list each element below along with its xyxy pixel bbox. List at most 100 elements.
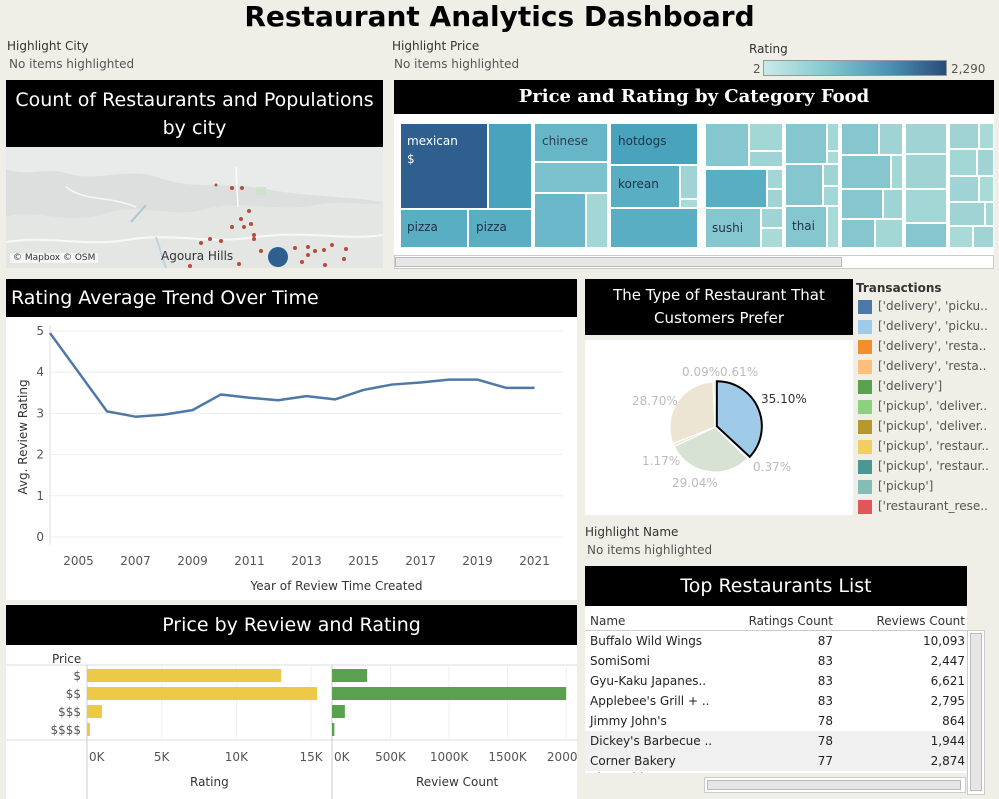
- y-tick-label: 1: [36, 489, 44, 503]
- table-row[interactable]: Corner Bakery 77 2,874: [585, 751, 967, 771]
- table-row[interactable]: Buffalo Wild Wings 87 10,093: [585, 631, 967, 651]
- x-tick-label: 2005: [63, 554, 94, 568]
- top-list-vscroll[interactable]: [967, 630, 985, 795]
- col-header-name[interactable]: Name: [590, 614, 625, 628]
- cell-name: SomiSomi: [590, 654, 650, 668]
- legend-swatch: [858, 340, 872, 354]
- table-row[interactable]: Dickey's Barbecue .. 78 1,944: [585, 731, 967, 751]
- treemap-title: Price and Rating by Category Food: [394, 80, 994, 114]
- highlight-price-label: Highlight Price: [392, 39, 480, 53]
- table-row[interactable]: SomiSomi 83 2,447: [585, 651, 967, 671]
- cell-name: Buffalo Wild Wings: [590, 634, 703, 648]
- price-chart[interactable]: $ $$ $$$ $$$$ 0K 5K 10K 15K 0K 500K 1000K 1500K 2000…: [6, 645, 586, 799]
- table-row[interactable]: Jimmy John's 78 864: [585, 711, 967, 731]
- legend-swatch: [858, 420, 872, 434]
- highlight-city-label: Highlight City: [7, 39, 89, 53]
- treemap-label-hotdogs: hotdogs: [618, 134, 667, 148]
- treemap-title-text: Price and Rating by Category Food: [518, 86, 870, 107]
- x-tick-label: 2017: [405, 554, 436, 568]
- treemap[interactable]: mexican $ chinese hotdogs korean pizza p…: [394, 114, 995, 255]
- cell-reviews: 1,944: [930, 734, 965, 748]
- transactions-legend: ['delivery', 'picku.. ['delivery', 'picku…: [858, 299, 996, 519]
- cell-name: Gyu-Kaku Japanes..: [590, 674, 707, 688]
- x-tick-label: 0K: [89, 750, 106, 764]
- table-row[interactable]: Applebee's Grill + .. 83 2,795: [585, 691, 967, 711]
- rating-legend-gradient: [763, 60, 947, 76]
- x-tick-label: 10K: [225, 750, 249, 764]
- pie-chart[interactable]: 0.09% 0.61% 35.10% 28.70% 1.17% 0.37% 29…: [585, 340, 853, 515]
- cell-reviews: 864: [942, 714, 965, 728]
- pie-label-29.04: 29.04%: [672, 476, 718, 490]
- x-tick-label: 2011: [234, 554, 265, 568]
- pie-title-text: The Type of Restaurant That Customers Pr…: [613, 286, 825, 327]
- treemap-label-mexican: mexican: [407, 134, 458, 148]
- top-list-hscroll-thumb[interactable]: [707, 780, 961, 790]
- y-tick-label: 3: [36, 406, 44, 420]
- pie-label-0.61: 0.61%: [720, 365, 759, 379]
- top-list-title: Top Restaurants List: [585, 566, 967, 606]
- bar-review-count: [332, 705, 345, 718]
- review-axis-title: Review Count: [416, 775, 499, 789]
- treemap-label-sushi: sushi: [712, 221, 744, 235]
- legend-swatch: [858, 360, 872, 374]
- x-tick-label: 2013: [291, 554, 322, 568]
- treemap-label-korean: korean: [618, 177, 659, 191]
- treemap-label-pizza-2: pizza: [476, 220, 507, 234]
- cell-reviews: 2,874: [930, 754, 965, 768]
- price-chart-title: Price by Review and Rating: [6, 605, 577, 645]
- cell-ratings: 87: [817, 634, 833, 648]
- legend-label: ['delivery', 'resta..: [878, 359, 987, 373]
- y-tick-label: 4: [36, 365, 44, 379]
- top-list-vscroll-thumb[interactable]: [970, 633, 982, 791]
- legend-label: ['pickup', 'restaur..: [878, 459, 989, 473]
- treemap-label-pizza-1: pizza: [407, 220, 438, 234]
- legend-swatch: [858, 380, 872, 394]
- legend-label: ['delivery']: [878, 379, 943, 393]
- bar-review-count: [332, 687, 567, 700]
- col-header-reviews[interactable]: Reviews Count: [876, 614, 965, 628]
- trend-chart[interactable]: 5 4 3 2 1 0 2005 2007 2009 2011 2013 2015 2017 2019 20…: [6, 317, 577, 600]
- top-list-hscroll[interactable]: [704, 777, 966, 793]
- cell-name: Applebee's Grill + ..: [590, 694, 710, 708]
- y-tick-label: 0: [36, 530, 44, 544]
- price-category-label: $: [73, 669, 81, 683]
- cell-ratings: 83: [817, 654, 833, 668]
- cell-ratings: 78: [817, 734, 833, 748]
- cell-name: Jimmy John's: [590, 714, 667, 728]
- highlight-price-value[interactable]: No items highlighted: [394, 57, 519, 71]
- legend-swatch: [858, 480, 872, 494]
- legend-label: ['pickup', 'deliver..: [878, 419, 988, 433]
- cell-reviews: 2,447: [930, 654, 965, 668]
- cell-name: Corner Bakery: [590, 754, 676, 768]
- cell-reviews: 10,093: [923, 634, 965, 648]
- trend-line: [48, 332, 535, 418]
- x-tick-label: 0K: [334, 750, 351, 764]
- treemap-label-thai: thai: [792, 219, 815, 233]
- city-map[interactable]: Agoura Hills © Mapbox © OSM: [6, 147, 383, 268]
- pie-label-28.70: 28.70%: [632, 394, 678, 408]
- highlight-city-value[interactable]: No items highlighted: [9, 57, 134, 71]
- map-title-text: Count of Restaurants and Populations by …: [15, 89, 374, 139]
- treemap-scroll-thumb[interactable]: [395, 257, 842, 267]
- cell-reviews: 6,621: [930, 674, 965, 688]
- bar-rating: [87, 669, 282, 682]
- x-tick-label: 1000K: [430, 750, 470, 764]
- x-tick-label: 2015: [348, 554, 379, 568]
- rating-legend-min: 2: [753, 62, 761, 76]
- map-title: Count of Restaurants and Populations by …: [6, 80, 383, 147]
- highlight-name-value[interactable]: No items highlighted: [587, 543, 712, 557]
- legend-swatch: [858, 500, 872, 514]
- rating-axis-title: Rating: [190, 775, 229, 789]
- cell-ratings: 78: [817, 714, 833, 728]
- legend-label: ['restaurant_rese..: [878, 499, 988, 513]
- pie-label-0.37: 0.37%: [753, 460, 792, 474]
- price-chart-title-text: Price by Review and Rating: [162, 614, 421, 636]
- y-tick-label: 2: [36, 448, 44, 462]
- price-category-label: $$: [66, 687, 81, 701]
- col-header-ratings[interactable]: Ratings Count: [749, 614, 833, 628]
- legend-swatch: [858, 400, 872, 414]
- top-list-table[interactable]: Name Ratings Count Reviews Count Buffalo…: [585, 606, 967, 773]
- treemap-scrollbar[interactable]: [394, 255, 994, 269]
- pie-label-35.10: 35.10%: [761, 392, 807, 406]
- table-row[interactable]: Gyu-Kaku Japanes.. 83 6,621: [585, 671, 967, 691]
